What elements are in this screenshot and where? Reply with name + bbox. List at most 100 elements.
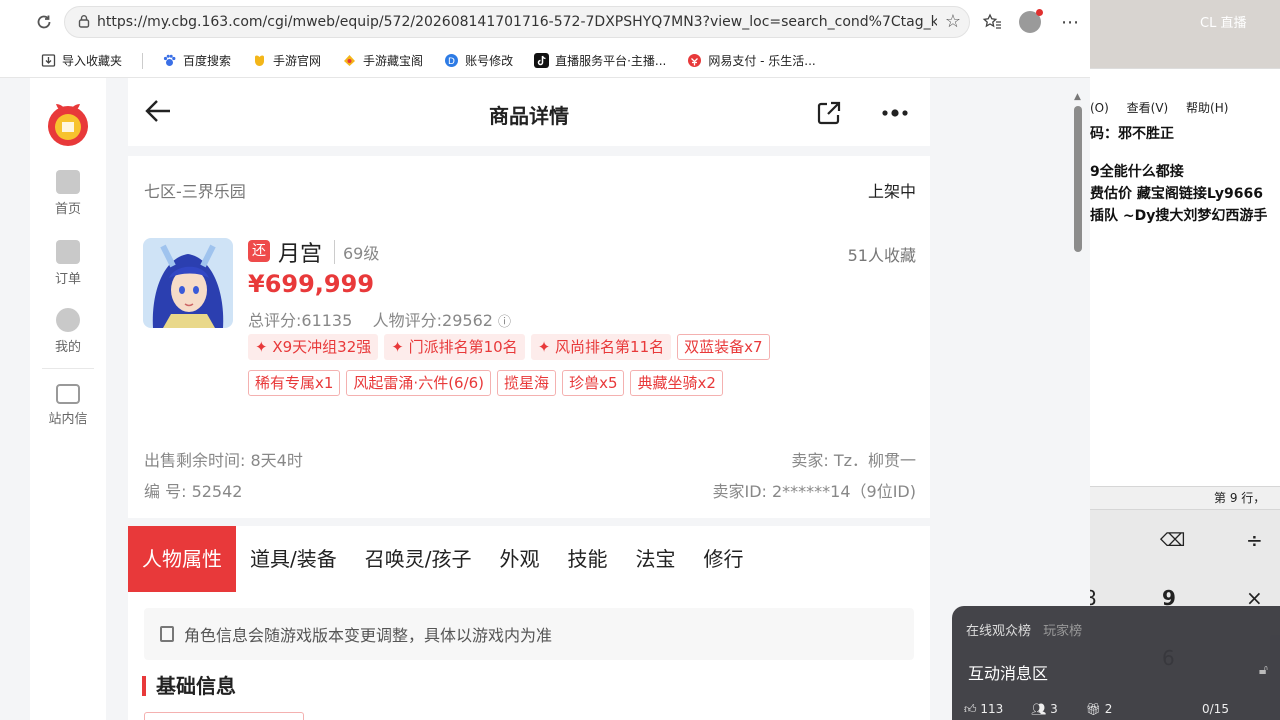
tab-online-audience[interactable]: 在线观众榜 xyxy=(966,624,1031,639)
netease-pay-icon xyxy=(686,53,702,69)
mail-icon xyxy=(56,384,80,404)
tab-items-equipment[interactable]: 道具/装备 xyxy=(236,526,351,592)
menu-help[interactable]: 帮助(H) xyxy=(1186,101,1228,115)
tab-skills[interactable]: 技能 xyxy=(554,526,622,592)
detail-tabs-card: 人物属性 道具/装备 召唤灵/孩子 外观 技能 法宝 修行 角色信息会随游戏版本… xyxy=(128,526,930,720)
tag-item: 揽星海 xyxy=(497,370,557,396)
backspace-key[interactable]: ⌫ xyxy=(1160,530,1185,551)
remaining-time: 出售剩余时间: 8天4时 xyxy=(144,451,303,470)
tag-item: ✦ 门派排名第10名 xyxy=(384,334,525,360)
nav-messages[interactable]: 站内信 xyxy=(30,384,106,427)
detail-tabs: 人物属性 道具/装备 召唤灵/孩子 外观 技能 法宝 修行 xyxy=(128,526,758,592)
notepad-line: 费估价 藏宝阁链接Ly9666 xyxy=(1090,186,1263,202)
info-notice: 角色信息会随游戏版本变更调整，具体以游戏内为准 xyxy=(144,608,914,660)
return-badge: 还 xyxy=(248,240,270,262)
bookmark-baidu[interactable]: 百度搜索 xyxy=(161,52,231,69)
scroll-up-icon[interactable]: ▲ xyxy=(1074,92,1081,102)
page-content: 首页 订单 我的 站内信 商品详情 七区-三界乐园 上架中 还 月宫 69级 5… xyxy=(0,78,1090,720)
douyin-icon xyxy=(533,53,549,69)
gift-count: 🎁︎ 2 xyxy=(1085,702,1113,716)
favorites-icon[interactable] xyxy=(978,8,1006,36)
side-navigation: 首页 订单 我的 站内信 xyxy=(30,78,106,720)
partial-field xyxy=(144,712,304,720)
stream-preview: CL 直播 xyxy=(1090,0,1280,68)
bookmark-douyin[interactable]: 直播服务平台·主播... xyxy=(533,52,666,69)
seller-id: 卖家ID: 2******14（9位ID) xyxy=(712,482,916,501)
home-icon xyxy=(56,170,80,194)
server-name: 七区-三界乐园 xyxy=(144,182,246,201)
more-menu-icon[interactable]: ⋯ xyxy=(1056,8,1084,36)
page-title: 商品详情 xyxy=(489,104,569,128)
scroll-thumb[interactable] xyxy=(1074,106,1082,252)
divide-key[interactable]: ÷ xyxy=(1246,528,1263,552)
price: ¥699,999 xyxy=(248,270,375,298)
tag-item: 风起雷涌·六件(6/6) xyxy=(346,370,492,396)
tag-item: 珍兽x5 xyxy=(562,370,625,396)
share-icon[interactable] xyxy=(816,100,842,132)
bookmark-import[interactable]: 导入收藏夹 xyxy=(40,52,122,69)
orders-icon xyxy=(56,240,80,264)
browser-window: https://my.cbg.163.com/cgi/mweb/equip/57… xyxy=(0,0,1090,720)
lock-icon[interactable]: 🔓︎ xyxy=(1259,662,1268,678)
bookmark-netease-pay[interactable]: 网易支付 - 乐生活... xyxy=(686,52,816,69)
account-edit-icon: D xyxy=(443,53,459,69)
tab-cultivation[interactable]: 修行 xyxy=(690,526,758,592)
url-text[interactable]: https://my.cbg.163.com/cgi/mweb/equip/57… xyxy=(97,14,937,30)
favorite-star-icon[interactable]: ☆ xyxy=(945,11,961,32)
user-icon xyxy=(56,308,80,332)
baidu-icon xyxy=(161,53,177,69)
bookmark-import-icon xyxy=(40,53,56,69)
bookmark-account-edit[interactable]: D 账号修改 xyxy=(443,52,513,69)
browser-toolbar: https://my.cbg.163.com/cgi/mweb/equip/57… xyxy=(0,0,1090,44)
notepad-status-bar: 第 9 行， xyxy=(1090,486,1280,510)
character-level: 69级 xyxy=(334,240,379,264)
product-card: 七区-三界乐园 上架中 还 月宫 69级 51人收藏 ¥699,999 总评分:… xyxy=(128,156,930,518)
live-panel-tabs: 在线观众榜 玩家榜 xyxy=(966,620,1082,639)
game-site-icon xyxy=(251,53,267,69)
viewer-count: 👥︎ 3 xyxy=(1031,702,1058,716)
cbg-icon xyxy=(341,53,357,69)
notepad-line: 码：邪不胜正 xyxy=(1090,126,1174,142)
tag-list: ✦ X9天冲组32强 ✦ 门派排名第10名 ✦ 风尚排名第11名 双蓝装备x7 稀有专… xyxy=(248,334,908,406)
more-dots-icon[interactable] xyxy=(880,100,910,132)
tab-character-attributes[interactable]: 人物属性 xyxy=(128,526,236,592)
address-bar[interactable]: https://my.cbg.163.com/cgi/mweb/equip/57… xyxy=(64,6,970,38)
notepad-menu: (O) 查看(V) 帮助(H) xyxy=(1090,99,1280,116)
notepad-line: 插队 ~Dy搜大刘梦幻西游手 xyxy=(1090,208,1268,224)
bookmark-game-site[interactable]: 手游官网 xyxy=(251,52,321,69)
serial-number: 编 号: 52542 xyxy=(144,482,243,501)
tag-item: 双蓝装备x7 xyxy=(677,334,770,360)
detail-header: 商品详情 xyxy=(128,78,930,146)
notepad-line: 9全能什么都接 xyxy=(1090,164,1184,180)
menu-format[interactable]: (O) xyxy=(1090,101,1109,115)
cbg-logo[interactable] xyxy=(42,96,94,148)
section-title: 基础信息 xyxy=(142,676,236,696)
character-score: 人物评分:29562 xyxy=(372,311,493,330)
nav-divider xyxy=(42,368,94,369)
seller-name: 卖家: Tz．柳贯一 xyxy=(791,451,916,470)
message-counter: 0/15 xyxy=(1202,702,1229,716)
tab-appearance[interactable]: 外观 xyxy=(486,526,554,592)
tab-treasures[interactable]: 法宝 xyxy=(622,526,690,592)
nav-home[interactable]: 首页 xyxy=(30,170,106,217)
nav-orders[interactable]: 订单 xyxy=(30,240,106,287)
info-icon[interactable]: ⓘ xyxy=(498,315,511,330)
character-portrait[interactable] xyxy=(143,238,233,328)
profile-avatar[interactable] xyxy=(1016,8,1044,36)
tab-pets-children[interactable]: 召唤灵/孩子 xyxy=(351,526,486,592)
tag-item: ✦ 风尚排名第11名 xyxy=(530,334,672,360)
favorites-count[interactable]: 51人收藏 xyxy=(848,242,916,266)
lock-icon[interactable] xyxy=(77,13,91,32)
tab-player-rank[interactable]: 玩家榜 xyxy=(1043,624,1082,639)
scores: 总评分:61135 人物评分:29562 ⓘ xyxy=(248,307,511,331)
nav-mine[interactable]: 我的 xyxy=(30,308,106,355)
bookmark-cbg[interactable]: 手游藏宝阁 xyxy=(341,52,423,69)
stream-logo: CL 直播 xyxy=(1200,16,1247,31)
listing-status: 上架中 xyxy=(867,182,916,201)
live-interaction-panel: 在线观众榜 玩家榜 互动消息区 🔓︎ 👍︎ 113 👥︎ 3 🎁︎ 2 0/15 xyxy=(952,606,1280,720)
like-count: 👍︎ 113 xyxy=(964,702,1004,716)
reload-icon[interactable] xyxy=(30,8,58,36)
character-class: 月宫 xyxy=(278,242,323,267)
bookmark-separator xyxy=(142,52,144,69)
menu-view[interactable]: 查看(V) xyxy=(1127,101,1169,115)
